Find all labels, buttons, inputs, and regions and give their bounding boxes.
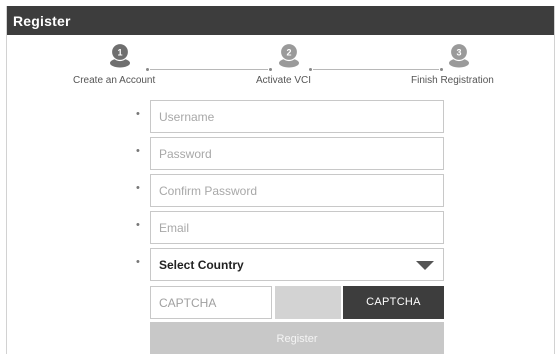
email-field-wrap <box>150 211 444 244</box>
step-2-user-icon: 2 <box>279 42 299 68</box>
captcha-button[interactable]: CAPTCHA <box>343 286 444 319</box>
step-2-label: Activate VCI <box>256 75 312 86</box>
step-connector-1 <box>150 69 268 70</box>
captcha-field-wrap <box>150 286 272 319</box>
step-connector-2 <box>313 69 439 70</box>
country-select[interactable]: Select Country <box>150 248 444 281</box>
step-1-user-icon: 1 <box>110 42 130 68</box>
step-1-number: 1 <box>117 48 122 58</box>
captcha-image <box>275 286 341 319</box>
password-input[interactable] <box>151 138 443 169</box>
required-marker: • <box>136 145 140 157</box>
step-3-user-icon: 3 <box>449 42 469 68</box>
register-button[interactable]: Register <box>150 322 444 354</box>
email-input[interactable] <box>151 212 443 243</box>
country-select-value: Select Country <box>159 258 244 272</box>
required-marker: • <box>136 219 140 231</box>
step-3-label: Finish Registration <box>411 75 494 86</box>
window-title: Register <box>13 13 71 29</box>
step-connector-dot <box>146 68 149 71</box>
title-bar: Register <box>7 6 554 35</box>
step-2-number: 2 <box>286 48 291 58</box>
step-connector-dot <box>309 68 312 71</box>
captcha-input[interactable] <box>151 287 271 318</box>
step-3-number: 3 <box>456 48 461 58</box>
required-marker: • <box>136 256 140 268</box>
confirm-password-field-wrap <box>150 174 444 207</box>
username-input[interactable] <box>151 101 443 132</box>
password-field-wrap <box>150 137 444 170</box>
required-marker: • <box>136 182 140 194</box>
step-connector-dot <box>440 68 443 71</box>
confirm-password-input[interactable] <box>151 175 443 206</box>
username-field-wrap <box>150 100 444 133</box>
step-connector-dot <box>269 68 272 71</box>
chevron-down-icon <box>416 261 434 270</box>
step-1-label: Create an Account <box>73 75 156 86</box>
required-marker: • <box>136 108 140 120</box>
register-window: Register 1 Create an Account 2 Activate … <box>6 6 555 354</box>
